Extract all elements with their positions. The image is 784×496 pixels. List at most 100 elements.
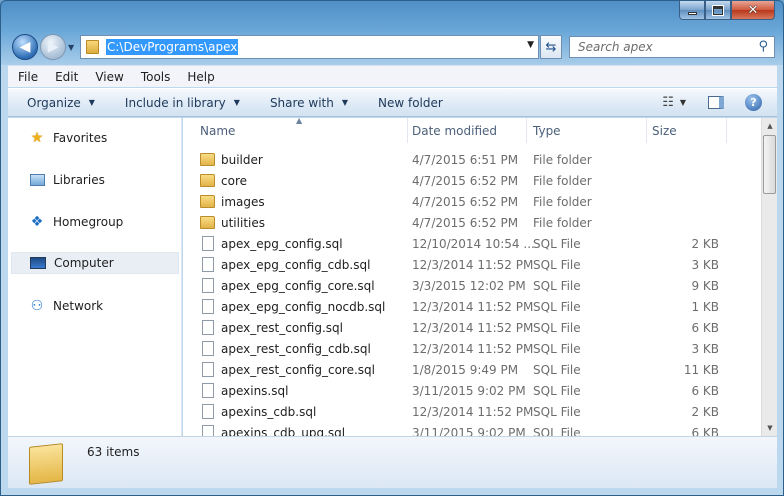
sql-file-icon [202, 299, 214, 314]
search-input[interactable]: Search apex ⚲ [569, 36, 775, 58]
file-row[interactable]: apex_rest_config_core.sql 1/8/2015 9:49 P… [183, 359, 761, 380]
column-divider[interactable] [726, 118, 727, 143]
sql-file-icon [202, 362, 214, 377]
file-type: SQL File [533, 404, 581, 419]
sql-file-icon [202, 278, 214, 293]
file-name: apex_epg_config_nocdb.sql [221, 299, 386, 314]
include-in-library-label: Include in library [124, 95, 226, 110]
organize-button[interactable]: Organize ▼ [27, 96, 95, 110]
recent-pages-dropdown[interactable]: ▼ [68, 43, 74, 52]
file-row[interactable]: apex_rest_config.sql 12/3/2014 11:52 PM SQ… [183, 317, 761, 338]
new-folder-button[interactable]: New folder [378, 96, 443, 110]
file-row[interactable]: apex_epg_config_core.sql 3/3/2015 12:02 P… [183, 275, 761, 296]
file-size: 2 KB [691, 236, 719, 251]
file-size: 3 KB [691, 341, 719, 356]
file-list: ▲ Name Date modified Type Size builder 4/… [183, 118, 761, 436]
sidebar-item-label: Computer [54, 256, 114, 270]
sidebar-item-favorites[interactable]: ★ Favorites [11, 127, 179, 149]
address-dropdown-icon[interactable]: ▼ [527, 40, 534, 50]
vertical-scrollbar[interactable]: ▲ ▼ [761, 118, 777, 436]
file-row[interactable]: core 4/7/2015 6:52 PM File folder [183, 170, 761, 191]
scroll-down-button[interactable]: ▼ [762, 420, 778, 436]
file-date: 12/3/2014 11:52 PM [412, 404, 534, 419]
menu-tools[interactable]: Tools [131, 70, 178, 84]
file-name: apex_rest_config.sql [221, 320, 343, 335]
column-date-label: Date modified [412, 123, 498, 138]
file-name: apex_epg_config.sql [221, 236, 343, 251]
refresh-button[interactable]: ⇆ [540, 35, 562, 59]
column-divider[interactable] [646, 118, 647, 143]
help-icon[interactable]: ? [745, 94, 762, 111]
file-row[interactable]: apex_epg_config_nocdb.sql 12/3/2014 11:52… [183, 296, 761, 317]
column-divider[interactable] [407, 118, 408, 143]
sql-file-icon [202, 236, 214, 251]
menu-file[interactable]: File [8, 70, 45, 84]
file-name: apexins.sql [221, 383, 289, 398]
file-date: 3/11/2015 9:02 PM [412, 383, 526, 398]
scroll-up-button[interactable]: ▲ [762, 118, 778, 134]
sidebar-item-computer[interactable]: Computer [11, 252, 179, 274]
change-view-icon[interactable]: ☷ [662, 95, 674, 110]
chevron-down-icon: ▼ [88, 98, 95, 107]
file-row[interactable]: apexins_cdb.sql 12/3/2014 11:52 PM SQL Fil… [183, 401, 761, 422]
sql-file-icon [202, 404, 214, 419]
column-header-name[interactable]: Name [200, 118, 235, 143]
address-path[interactable]: C:\DevPrograms\apex [106, 39, 239, 55]
library-icon [28, 172, 46, 188]
column-header-date[interactable]: Date modified [412, 118, 497, 143]
file-date: 3/11/2015 9:02 PM [412, 425, 526, 437]
file-name: apex_rest_config_core.sql [221, 362, 375, 377]
menu-view[interactable]: View [85, 70, 130, 84]
sidebar-item-label: Favorites [53, 131, 108, 145]
sidebar-item-libraries[interactable]: Libraries [11, 169, 179, 191]
folder-icon [86, 40, 99, 54]
file-name: apex_rest_config_cdb.sql [221, 341, 371, 356]
view-options-dropdown[interactable]: ▼ [680, 98, 686, 107]
sidebar-item-network[interactable]: ⚇ Network [11, 295, 179, 317]
minimize-button[interactable] [679, 1, 705, 20]
preview-pane-icon[interactable] [708, 96, 724, 109]
address-bar[interactable]: C:\DevPrograms\apex ▼ [80, 35, 539, 59]
file-row[interactable]: images 4/7/2015 6:52 PM File folder [183, 191, 761, 212]
file-row[interactable]: builder 4/7/2015 6:51 PM File folder [183, 149, 761, 170]
search-placeholder: Search apex [578, 40, 653, 54]
file-row[interactable]: apex_epg_config.sql 12/10/2014 10:54 ... S… [183, 233, 761, 254]
file-name: apex_epg_config_cdb.sql [221, 257, 371, 272]
column-header-type[interactable]: Type [533, 118, 561, 143]
item-count: 63 items [87, 445, 140, 459]
file-row[interactable]: apex_rest_config_cdb.sql 12/3/2014 11:52 … [183, 338, 761, 359]
file-size: 9 KB [691, 278, 719, 293]
include-in-library-button[interactable]: Include in library ▼ [125, 96, 240, 110]
forward-button[interactable]: ▶ [40, 34, 66, 60]
maximize-button[interactable] [705, 1, 731, 20]
close-button[interactable]: ✕ [731, 1, 775, 20]
scroll-thumb[interactable] [763, 135, 776, 194]
file-name: apexins_cdb_upg.sql [221, 425, 346, 437]
file-size: 2 KB [691, 404, 719, 419]
new-folder-label: New folder [378, 95, 443, 110]
file-type: File folder [533, 152, 592, 167]
back-button[interactable]: ◀ [12, 34, 38, 60]
file-type: SQL File [533, 236, 581, 251]
sql-file-icon [202, 425, 214, 436]
menu-help[interactable]: Help [177, 70, 221, 84]
file-size: 3 KB [691, 257, 719, 272]
column-divider[interactable] [526, 118, 527, 143]
file-size: 1 KB [691, 299, 719, 314]
details-pane: 63 items [8, 436, 777, 488]
file-row[interactable]: utilities 4/7/2015 6:52 PM File folder [183, 212, 761, 233]
back-arrow-icon: ◀ [19, 39, 31, 55]
file-row[interactable]: apexins_cdb_upg.sql 3/11/2015 9:02 PM SQL … [183, 422, 761, 436]
sidebar-item-homegroup[interactable]: ❖ Homegroup [11, 211, 179, 233]
file-size: 6 KB [691, 425, 719, 437]
file-row[interactable]: apex_epg_config_cdb.sql 12/3/2014 11:52 P… [183, 254, 761, 275]
file-name: core [221, 173, 247, 188]
file-row[interactable]: apexins.sql 3/11/2015 9:02 PM SQL File 6 KB [183, 380, 761, 401]
column-type-label: Type [533, 123, 561, 138]
share-with-button[interactable]: Share with ▼ [270, 96, 348, 110]
file-size: 6 KB [691, 320, 719, 335]
menu-edit[interactable]: Edit [45, 70, 85, 84]
file-size: 6 KB [691, 383, 719, 398]
column-header-size[interactable]: Size [652, 118, 677, 143]
sql-file-icon [202, 257, 214, 272]
